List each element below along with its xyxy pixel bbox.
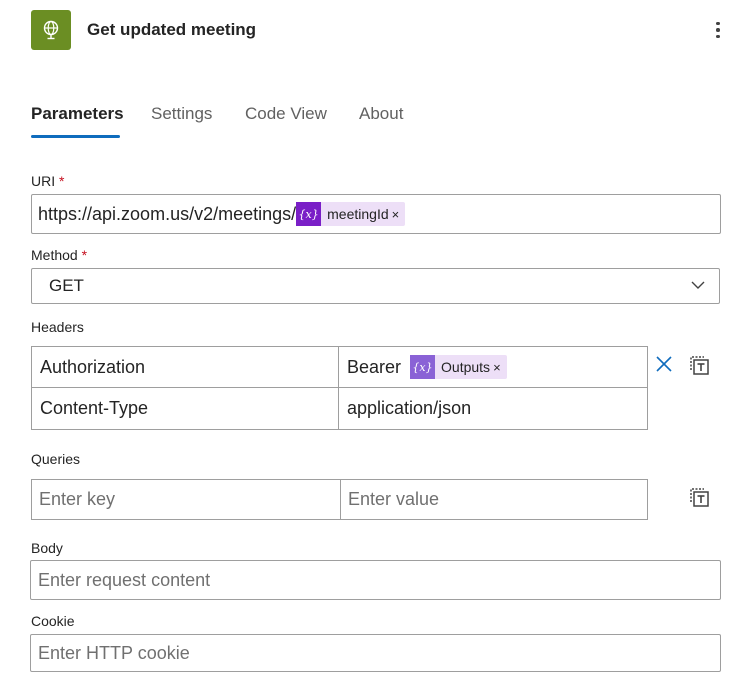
- queries-label: Queries: [31, 451, 81, 467]
- cookie-label: Cookie: [31, 613, 75, 629]
- remove-token-icon: ×: [391, 207, 400, 222]
- outputs-token[interactable]: {x} Outputs ×: [410, 355, 507, 379]
- query-value-input[interactable]: Enter value: [340, 479, 648, 520]
- meeting-id-token[interactable]: {x} meetingId ×: [296, 202, 406, 226]
- token-label: Outputs ×: [441, 359, 501, 375]
- tab-code-view[interactable]: Code View: [245, 104, 327, 124]
- query-key-input[interactable]: Enter key: [31, 479, 341, 520]
- method-value: GET: [49, 276, 84, 295]
- tab-about[interactable]: About: [359, 104, 403, 124]
- switch-to-text-mode-icon[interactable]: [689, 355, 711, 377]
- uri-value: https://api.zoom.us/v2/meetings/: [38, 203, 297, 224]
- token-label: meetingId ×: [327, 206, 400, 222]
- tab-settings[interactable]: Settings: [151, 104, 212, 124]
- switch-to-text-mode-icon[interactable]: [689, 487, 711, 509]
- expression-icon: {x}: [296, 202, 322, 226]
- headers-label: Headers: [31, 319, 84, 335]
- expression-icon: {x}: [410, 355, 436, 379]
- method-select[interactable]: GET: [31, 268, 720, 304]
- more-options-icon[interactable]: [708, 18, 728, 42]
- connector-icon: [31, 10, 71, 50]
- method-label: Method *: [31, 247, 88, 263]
- delete-row-icon[interactable]: [655, 355, 673, 373]
- globe-icon: [43, 20, 59, 40]
- cookie-input[interactable]: Enter HTTP cookie: [30, 634, 721, 672]
- action-title: Get updated meeting: [87, 20, 257, 39]
- header-key-input[interactable]: Authorization: [31, 346, 339, 388]
- chevron-down-icon: [691, 281, 705, 289]
- active-tab-indicator: [31, 135, 120, 138]
- remove-token-icon: ×: [493, 360, 501, 375]
- tab-parameters[interactable]: Parameters: [31, 104, 124, 124]
- uri-input[interactable]: https://api.zoom.us/v2/meetings/ {x} mee…: [31, 194, 721, 234]
- header-value-input[interactable]: application/json: [338, 387, 648, 430]
- body-input[interactable]: Enter request content: [30, 560, 721, 600]
- body-label: Body: [31, 540, 63, 556]
- header-key-input[interactable]: Content-Type: [31, 387, 339, 430]
- header-value-input[interactable]: Bearer {x} Outputs ×: [338, 346, 648, 388]
- uri-label: URI *: [31, 173, 65, 189]
